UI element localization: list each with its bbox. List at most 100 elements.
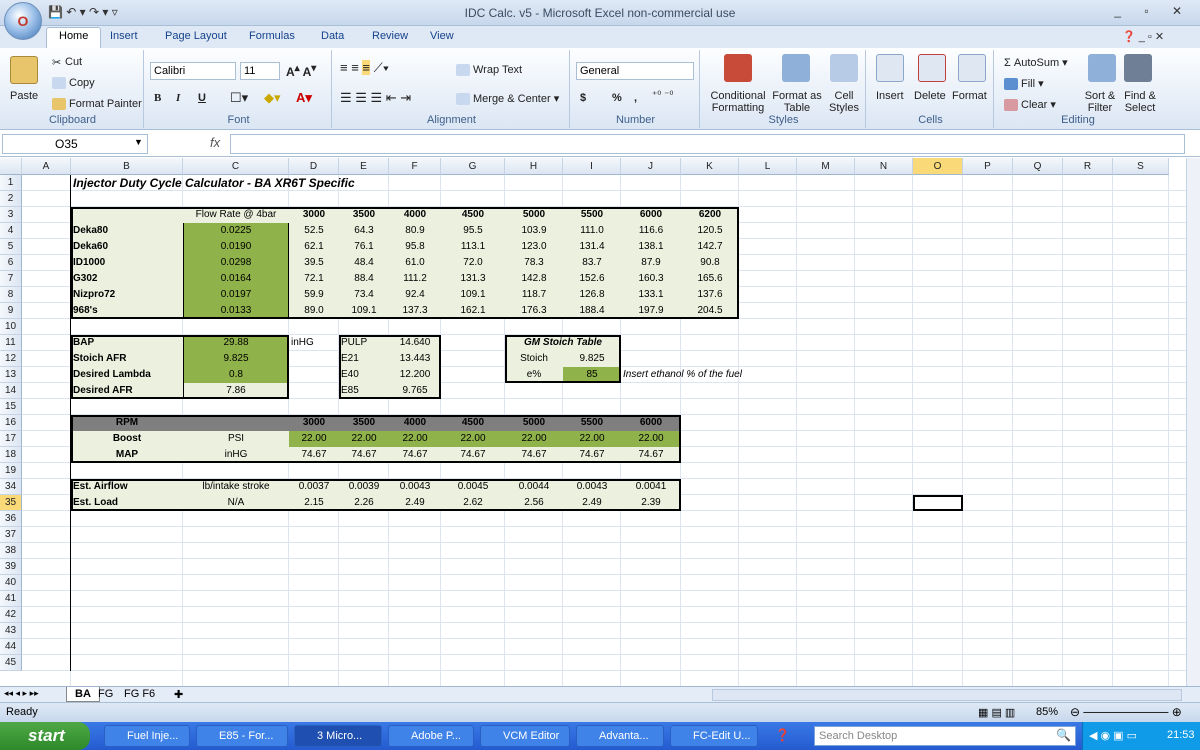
font-size-select[interactable]: 11 <box>240 62 280 80</box>
task-advantage[interactable]: Advanta... <box>576 725 664 747</box>
row-header[interactable]: 5 <box>0 239 22 255</box>
tray-icons[interactable]: ◀ ◉ ▣ ▭ <box>1089 729 1137 742</box>
row-header[interactable]: 12 <box>0 351 22 367</box>
row-header[interactable]: 10 <box>0 319 22 335</box>
row-header[interactable]: 1 <box>0 175 22 191</box>
office-button[interactable]: O <box>4 2 42 40</box>
task-vcm-editor[interactable]: VCM Editor <box>480 725 570 747</box>
number-format-select[interactable]: General <box>576 62 694 80</box>
row-header[interactable]: 41 <box>0 591 22 607</box>
sheet-nav-icon[interactable]: ◂◂ ◂ ▸ ▸▸ <box>4 688 39 699</box>
task-fc-edit[interactable]: FC-Edit U... <box>670 725 758 747</box>
underline-button[interactable]: U <box>198 92 206 104</box>
column-header[interactable]: B <box>71 158 183 175</box>
column-header[interactable]: I <box>563 158 621 175</box>
comma-button[interactable]: , <box>634 92 637 104</box>
grow-font-button[interactable]: A▴ A▾ <box>286 63 316 79</box>
tab-page-layout[interactable]: Page Layout <box>165 30 227 42</box>
column-header[interactable]: P <box>963 158 1013 175</box>
format-painter-button[interactable]: Format Painter <box>52 98 142 111</box>
merge-center-button[interactable]: Merge & Center ▾ <box>456 92 559 106</box>
insert-button[interactable]: Insert <box>876 90 904 102</box>
task-adobe[interactable]: Adobe P... <box>388 725 474 747</box>
select-all-corner[interactable] <box>0 158 22 175</box>
autosum-button[interactable]: Σ AutoSum ▾ <box>1004 56 1068 69</box>
row-header[interactable]: 44 <box>0 639 22 655</box>
search-icon[interactable]: 🔍 <box>1056 728 1071 742</box>
tab-data[interactable]: Data <box>321 30 344 42</box>
vertical-scrollbar[interactable] <box>1186 158 1200 686</box>
conditional-formatting-button[interactable]: Conditional Formatting <box>708 90 768 114</box>
row-header[interactable]: 18 <box>0 447 22 463</box>
find-select-button[interactable]: Find & Select <box>1120 90 1160 114</box>
bold-button[interactable]: B <box>154 92 161 104</box>
clear-button[interactable]: Clear ▾ <box>1004 98 1056 112</box>
column-header[interactable]: R <box>1063 158 1113 175</box>
zoom-slider[interactable]: ⊖ ────────── ⊕ <box>1070 705 1182 719</box>
row-header[interactable]: 37 <box>0 527 22 543</box>
help-icon[interactable]: ❓ _ ▫ ✕ <box>1122 30 1164 43</box>
row-header[interactable]: 17 <box>0 431 22 447</box>
column-header[interactable]: J <box>621 158 681 175</box>
tab-home[interactable]: Home <box>46 27 102 48</box>
decimal-icon[interactable]: ⁺⁰ ⁻⁰ <box>652 90 673 101</box>
row-header[interactable]: 4 <box>0 223 22 239</box>
gm-note[interactable]: Insert ethanol % of the fuel <box>621 367 797 383</box>
worksheet-grid[interactable]: A B C D E F G H I J K L M N O P Q R S 1 2 3 4 5 6 7 8 9 10 11 12 13 14 15… <box>0 158 1186 686</box>
task-excel[interactable]: 3 Micro... <box>294 725 382 747</box>
formula-input[interactable] <box>230 134 1185 154</box>
sheet-tab-fg-f6[interactable]: FG F6 <box>124 688 155 700</box>
column-header[interactable]: E <box>339 158 389 175</box>
row-header[interactable]: 35 <box>0 495 22 511</box>
sheet-title[interactable]: Injector Duty Cycle Calculator - BA XR6T… <box>71 175 505 191</box>
sheet-tab-ba[interactable]: BA <box>66 687 100 702</box>
row-header[interactable]: 45 <box>0 655 22 671</box>
column-header[interactable]: M <box>797 158 855 175</box>
column-header[interactable]: Q <box>1013 158 1063 175</box>
row-header[interactable]: 15 <box>0 399 22 415</box>
zoom-level[interactable]: 85% <box>1036 706 1058 718</box>
horizontal-scrollbar[interactable] <box>712 689 1182 701</box>
column-header[interactable]: N <box>855 158 913 175</box>
format-as-table-button[interactable]: Format as Table <box>772 90 822 114</box>
row-header[interactable]: 8 <box>0 287 22 303</box>
row-header[interactable]: 39 <box>0 559 22 575</box>
fx-icon[interactable]: fx <box>210 135 220 150</box>
copy-button[interactable]: Copy <box>52 77 95 90</box>
row-header[interactable]: 14 <box>0 383 22 399</box>
border-button[interactable]: ☐▾ <box>230 90 248 106</box>
name-box[interactable]: O35 <box>2 134 148 154</box>
sort-filter-button[interactable]: Sort & Filter <box>1080 90 1120 114</box>
task-e85-forum[interactable]: E85 - For... <box>196 725 288 747</box>
column-header[interactable]: C <box>183 158 289 175</box>
row-header[interactable]: 16 <box>0 415 22 431</box>
search-desktop-input[interactable]: Search Desktop <box>814 726 1076 746</box>
insert-sheet-icon[interactable]: ✚ <box>174 688 183 701</box>
row-header[interactable]: 11 <box>0 335 22 351</box>
tab-view[interactable]: View <box>430 30 454 42</box>
row-header[interactable]: 42 <box>0 607 22 623</box>
column-header[interactable]: F <box>389 158 441 175</box>
fill-button[interactable]: Fill ▾ <box>1004 77 1044 91</box>
row-header[interactable]: 38 <box>0 543 22 559</box>
start-button[interactable]: start <box>0 722 90 750</box>
tab-insert[interactable]: Insert <box>110 30 138 42</box>
row-header[interactable]: 3 <box>0 207 22 223</box>
row-header[interactable]: 34 <box>0 479 22 495</box>
currency-button[interactable]: $ <box>580 92 586 104</box>
column-header[interactable]: L <box>739 158 797 175</box>
row-header[interactable]: 7 <box>0 271 22 287</box>
task-fuel-injector[interactable]: Fuel Inje... <box>104 725 190 747</box>
fill-color-icon[interactable]: ◆▾ <box>264 90 281 106</box>
row-header[interactable]: 9 <box>0 303 22 319</box>
row-header[interactable]: 6 <box>0 255 22 271</box>
italic-button[interactable]: I <box>176 92 180 104</box>
delete-button[interactable]: Delete <box>914 90 946 102</box>
view-buttons-icon[interactable]: ▦ ▤ ▥ <box>978 706 1015 719</box>
help-tray-icon[interactable]: ❓ <box>775 728 790 742</box>
font-color-icon[interactable]: A▾ <box>296 90 312 106</box>
wrap-text-button[interactable]: Wrap Text <box>456 64 522 77</box>
font-family-select[interactable]: Calibri <box>150 62 236 80</box>
column-header[interactable]: H <box>505 158 563 175</box>
column-header[interactable]: A <box>22 158 71 175</box>
